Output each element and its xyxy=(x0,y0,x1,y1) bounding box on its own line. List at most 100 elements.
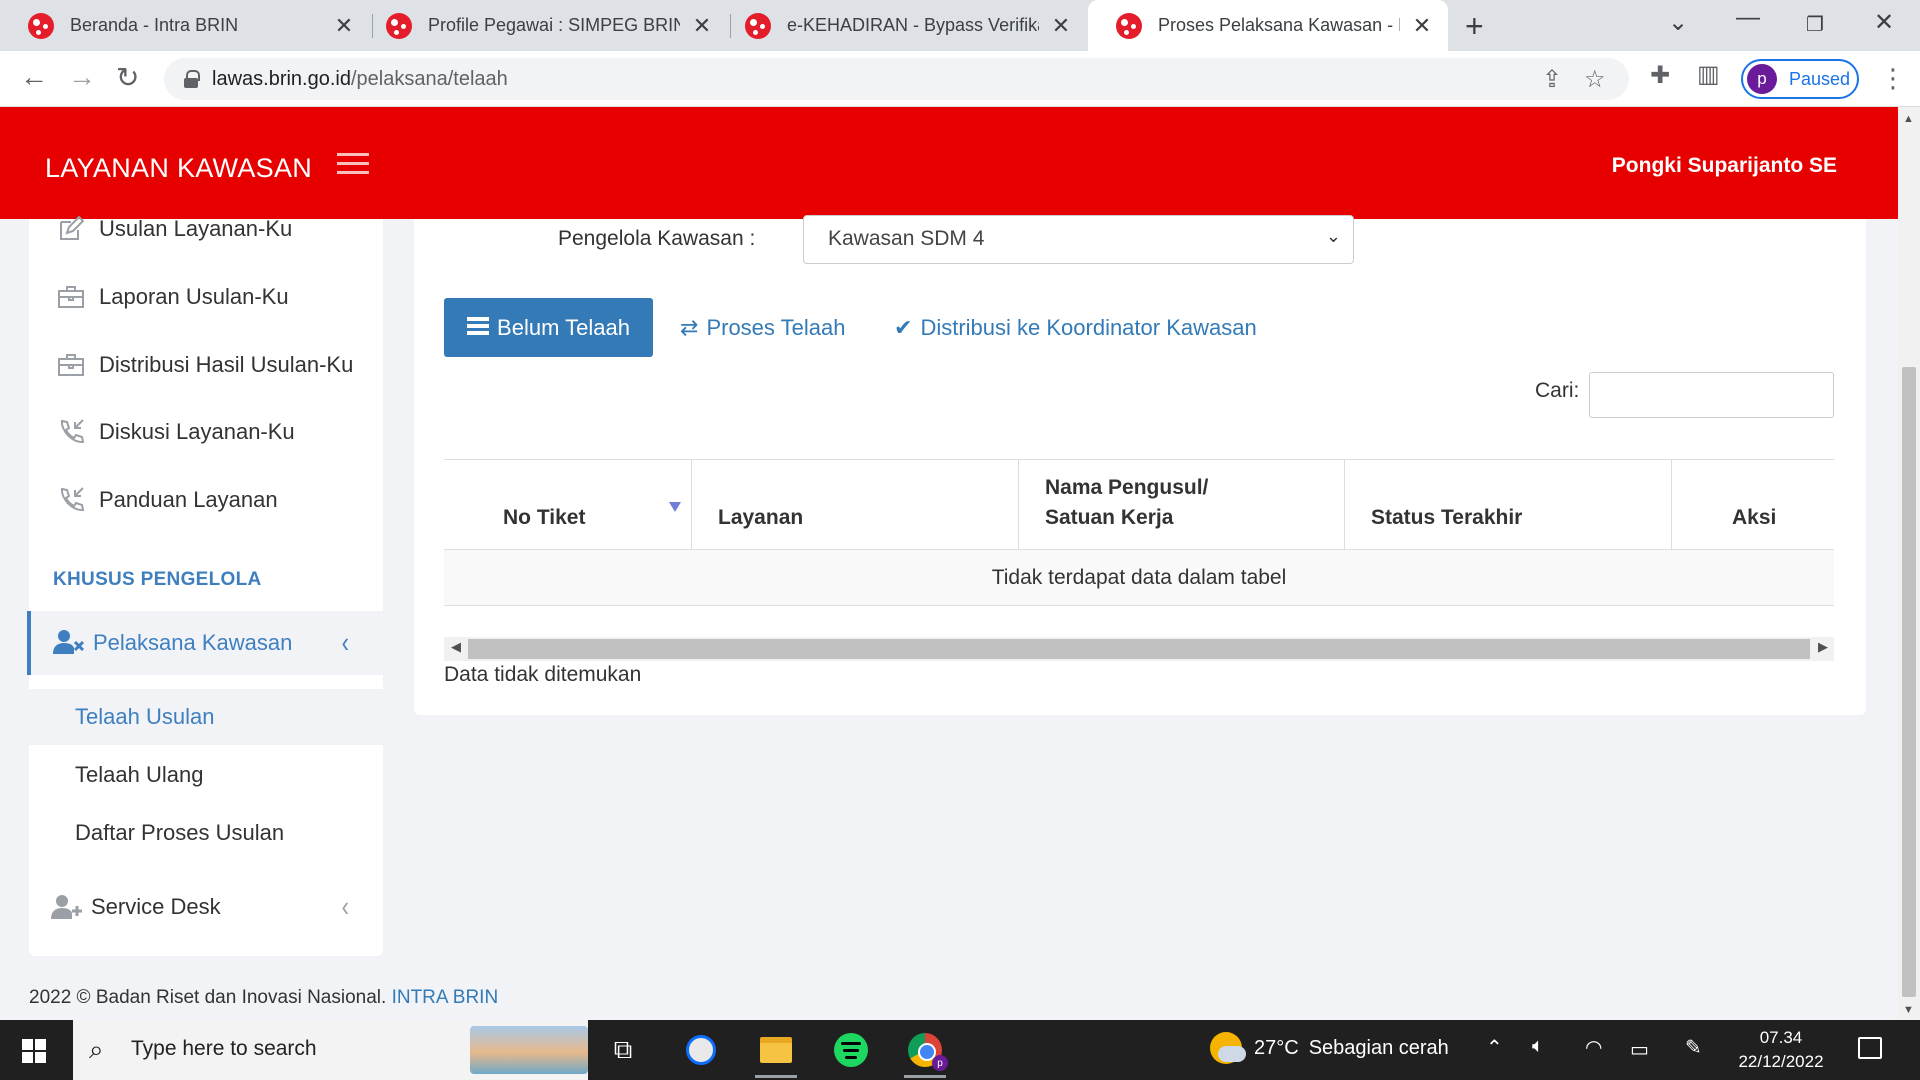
scroll-down-arrow-icon[interactable]: ▼ xyxy=(1903,1004,1914,1016)
windows-start-icon[interactable] xyxy=(22,1039,46,1063)
tab-close-icon[interactable]: ✕ xyxy=(332,13,356,39)
brin-favicon-icon xyxy=(28,12,54,39)
pengelola-kawasan-value: Kawasan SDM 4 xyxy=(828,227,985,250)
sidebar-item-distribusi-hasil[interactable]: Distribusi Hasil Usulan-Ku xyxy=(29,335,383,395)
scroll-right-arrow-icon[interactable]: ▶ xyxy=(1818,639,1828,655)
app-brand[interactable]: LAYANAN KAWASAN xyxy=(45,153,312,184)
tab-distribusi-koordinator[interactable]: ✔ Distribusi ke Koordinator Kawasan xyxy=(894,315,1257,341)
scrollbar-thumb[interactable] xyxy=(468,639,1810,659)
restore-icon[interactable]: ❐ xyxy=(1806,12,1824,37)
browser-tab-bar: Beranda - Intra BRIN ✕ Profile Pegawai :… xyxy=(0,0,1920,51)
volume-icon[interactable]: 🔈︎ xyxy=(1532,1035,1544,1058)
spotify-icon xyxy=(834,1033,868,1067)
exchange-icon: ⇄ xyxy=(680,315,699,340)
pen-icon[interactable]: ✎ xyxy=(1685,1035,1702,1060)
close-window-icon[interactable]: ✕ xyxy=(1874,8,1894,37)
system-clock[interactable]: 07.34 22/12/2022 xyxy=(1735,1026,1827,1074)
tab-title: e-KEHADIRAN - Bypass Verifikasi xyxy=(787,15,1039,35)
taskbar-search-box[interactable]: ⌕ Type here to search xyxy=(73,1020,588,1080)
browser-menu-icon[interactable]: ⋮ xyxy=(1880,63,1906,94)
minimize-icon[interactable]: — xyxy=(1736,4,1760,32)
spotify-app[interactable] xyxy=(820,1020,882,1080)
column-header-status-terakhir[interactable]: Status Terakhir xyxy=(1371,460,1671,551)
address-bar[interactable]: lawas.brin.go.id/pelaksana/telaah ⇪ ☆ xyxy=(164,58,1629,100)
tab-close-icon[interactable]: ✕ xyxy=(1049,13,1073,39)
sidebar-item-laporan-usulan[interactable]: Laporan Usulan-Ku xyxy=(29,267,383,327)
bookmark-star-icon[interactable]: ☆ xyxy=(1584,65,1606,94)
table-empty-row: Tidak terdapat data dalam tabel xyxy=(444,550,1834,606)
weather-temperature: 27°C xyxy=(1254,1036,1299,1059)
table-horizontal-scrollbar[interactable]: ◀ ▶ xyxy=(444,637,1834,661)
column-divider xyxy=(1344,460,1345,551)
new-tab-button[interactable]: + xyxy=(1465,8,1484,45)
tab-close-icon[interactable]: ✕ xyxy=(1410,13,1434,39)
url-text[interactable]: lawas.brin.go.id/pelaksana/telaah xyxy=(212,68,508,91)
reload-icon[interactable]: ↻ xyxy=(116,61,139,94)
column-header-layanan[interactable]: Layanan xyxy=(718,460,1018,551)
pengelola-kawasan-select[interactable]: Kawasan SDM 4 ⌄ xyxy=(803,215,1354,264)
browser-tab-beranda[interactable]: Beranda - Intra BRIN ✕ xyxy=(0,0,370,51)
windows-taskbar: ⌕ Type here to search ⧉ p 27°C Sebagian … xyxy=(0,1020,1920,1080)
battery-icon[interactable]: ▭ xyxy=(1630,1037,1649,1062)
sidebar-item-label: Service Desk xyxy=(91,894,221,919)
wifi-icon[interactable]: ◠ xyxy=(1585,1035,1602,1060)
edit-icon xyxy=(57,215,85,243)
brin-favicon-icon xyxy=(745,12,771,39)
search-highlight-image xyxy=(470,1026,588,1074)
column-divider xyxy=(1671,460,1672,551)
browser-tab-simpeg[interactable]: Profile Pegawai : SIMPEG BRIN ✕ xyxy=(358,0,728,51)
tab-proses-telaah[interactable]: ⇄ Proses Telaah xyxy=(680,315,845,341)
profile-button[interactable]: p Paused xyxy=(1741,59,1859,99)
sidebar-item-service-desk[interactable]: Service Desk ‹ xyxy=(29,877,383,937)
tab-search-chevron-icon[interactable]: ⌄ xyxy=(1668,8,1688,37)
column-header-nama-pengusul[interactable]: Nama Pengusul/Satuan Kerja xyxy=(1045,460,1295,551)
forward-icon[interactable]: → xyxy=(68,61,96,93)
show-hidden-icons-chevron-icon[interactable]: ⌃ xyxy=(1486,1035,1503,1060)
hamburger-menu-icon[interactable] xyxy=(337,153,369,175)
tab-label: Belum Telaah xyxy=(497,314,630,340)
user-name[interactable]: Pongki Suparijanto SE xyxy=(1612,154,1837,178)
page-footer: 2022 © Badan Riset dan Inovasi Nasional.… xyxy=(29,987,498,1009)
lock-icon[interactable] xyxy=(184,70,200,88)
brin-favicon-icon xyxy=(1116,12,1142,39)
browser-tab-pelaksana-active[interactable]: Proses Pelaksana Kawasan - Laya ✕ xyxy=(1088,0,1448,51)
snipping-tool-app[interactable] xyxy=(670,1020,732,1080)
clock-time: 07.34 xyxy=(1759,1028,1803,1047)
submenu-daftar-proses-usulan[interactable]: Daftar Proses Usulan xyxy=(29,805,383,861)
file-explorer-app[interactable] xyxy=(745,1020,807,1080)
column-header-aksi[interactable]: Aksi xyxy=(1732,460,1812,551)
main-content-card: Pengelola Kawasan : Kawasan SDM 4 ⌄ Belu… xyxy=(414,215,1866,715)
tab-belum-telaah[interactable]: Belum Telaah xyxy=(444,298,653,357)
tab-close-icon[interactable]: ✕ xyxy=(690,13,714,39)
submenu-telaah-ulang[interactable]: Telaah Ulang xyxy=(29,747,383,803)
scrollbar-thumb[interactable] xyxy=(1902,367,1916,997)
extensions-puzzle-icon[interactable]: ✚ xyxy=(1650,61,1670,90)
chevron-left-icon: ‹ xyxy=(341,626,349,659)
chevron-left-icon: ‹ xyxy=(341,890,349,923)
phone-incoming-icon xyxy=(57,486,85,514)
search-input[interactable] xyxy=(1589,372,1834,418)
browser-tab-kehadiran[interactable]: e-KEHADIRAN - Bypass Verifikasi ✕ xyxy=(717,0,1087,51)
sidebar-item-diskusi-layanan[interactable]: Diskusi Layanan-Ku xyxy=(29,402,383,462)
notification-center-icon[interactable] xyxy=(1858,1037,1882,1059)
sidebar-item-usulan-layanan[interactable]: Usulan Layanan-Ku xyxy=(29,199,383,259)
chrome-app[interactable]: p xyxy=(894,1020,956,1080)
side-panel-icon[interactable]: ▥ xyxy=(1697,60,1720,89)
page-vertical-scrollbar[interactable]: ▲ ▼ xyxy=(1898,107,1920,1020)
sort-desc-icon[interactable] xyxy=(669,502,681,512)
share-icon[interactable]: ⇪ xyxy=(1542,65,1562,94)
sidebar-item-label: Usulan Layanan-Ku xyxy=(99,216,293,241)
sidebar-item-pelaksana-kawasan[interactable]: Pelaksana Kawasan ‹ xyxy=(27,611,383,675)
scroll-left-arrow-icon[interactable]: ◀ xyxy=(451,639,461,655)
tab-title: Proses Pelaksana Kawasan - Laya xyxy=(1158,15,1400,35)
scroll-up-arrow-icon[interactable]: ▲ xyxy=(1903,113,1914,125)
column-header-no-tiket[interactable]: No Tiket xyxy=(503,460,683,551)
weather-widget[interactable]: 27°C Sebagian cerah xyxy=(1210,1032,1449,1064)
back-icon[interactable]: ← xyxy=(20,61,48,93)
briefcase-icon xyxy=(57,351,85,379)
footer-link-intra-brin[interactable]: INTRA BRIN xyxy=(392,987,499,1008)
task-view-button[interactable]: ⧉ xyxy=(592,1020,654,1080)
submenu-telaah-usulan[interactable]: Telaah Usulan xyxy=(29,689,383,745)
sidebar-item-panduan-layanan[interactable]: Panduan Layanan xyxy=(29,470,383,530)
sidebar-item-label: Diskusi Layanan-Ku xyxy=(99,419,295,444)
